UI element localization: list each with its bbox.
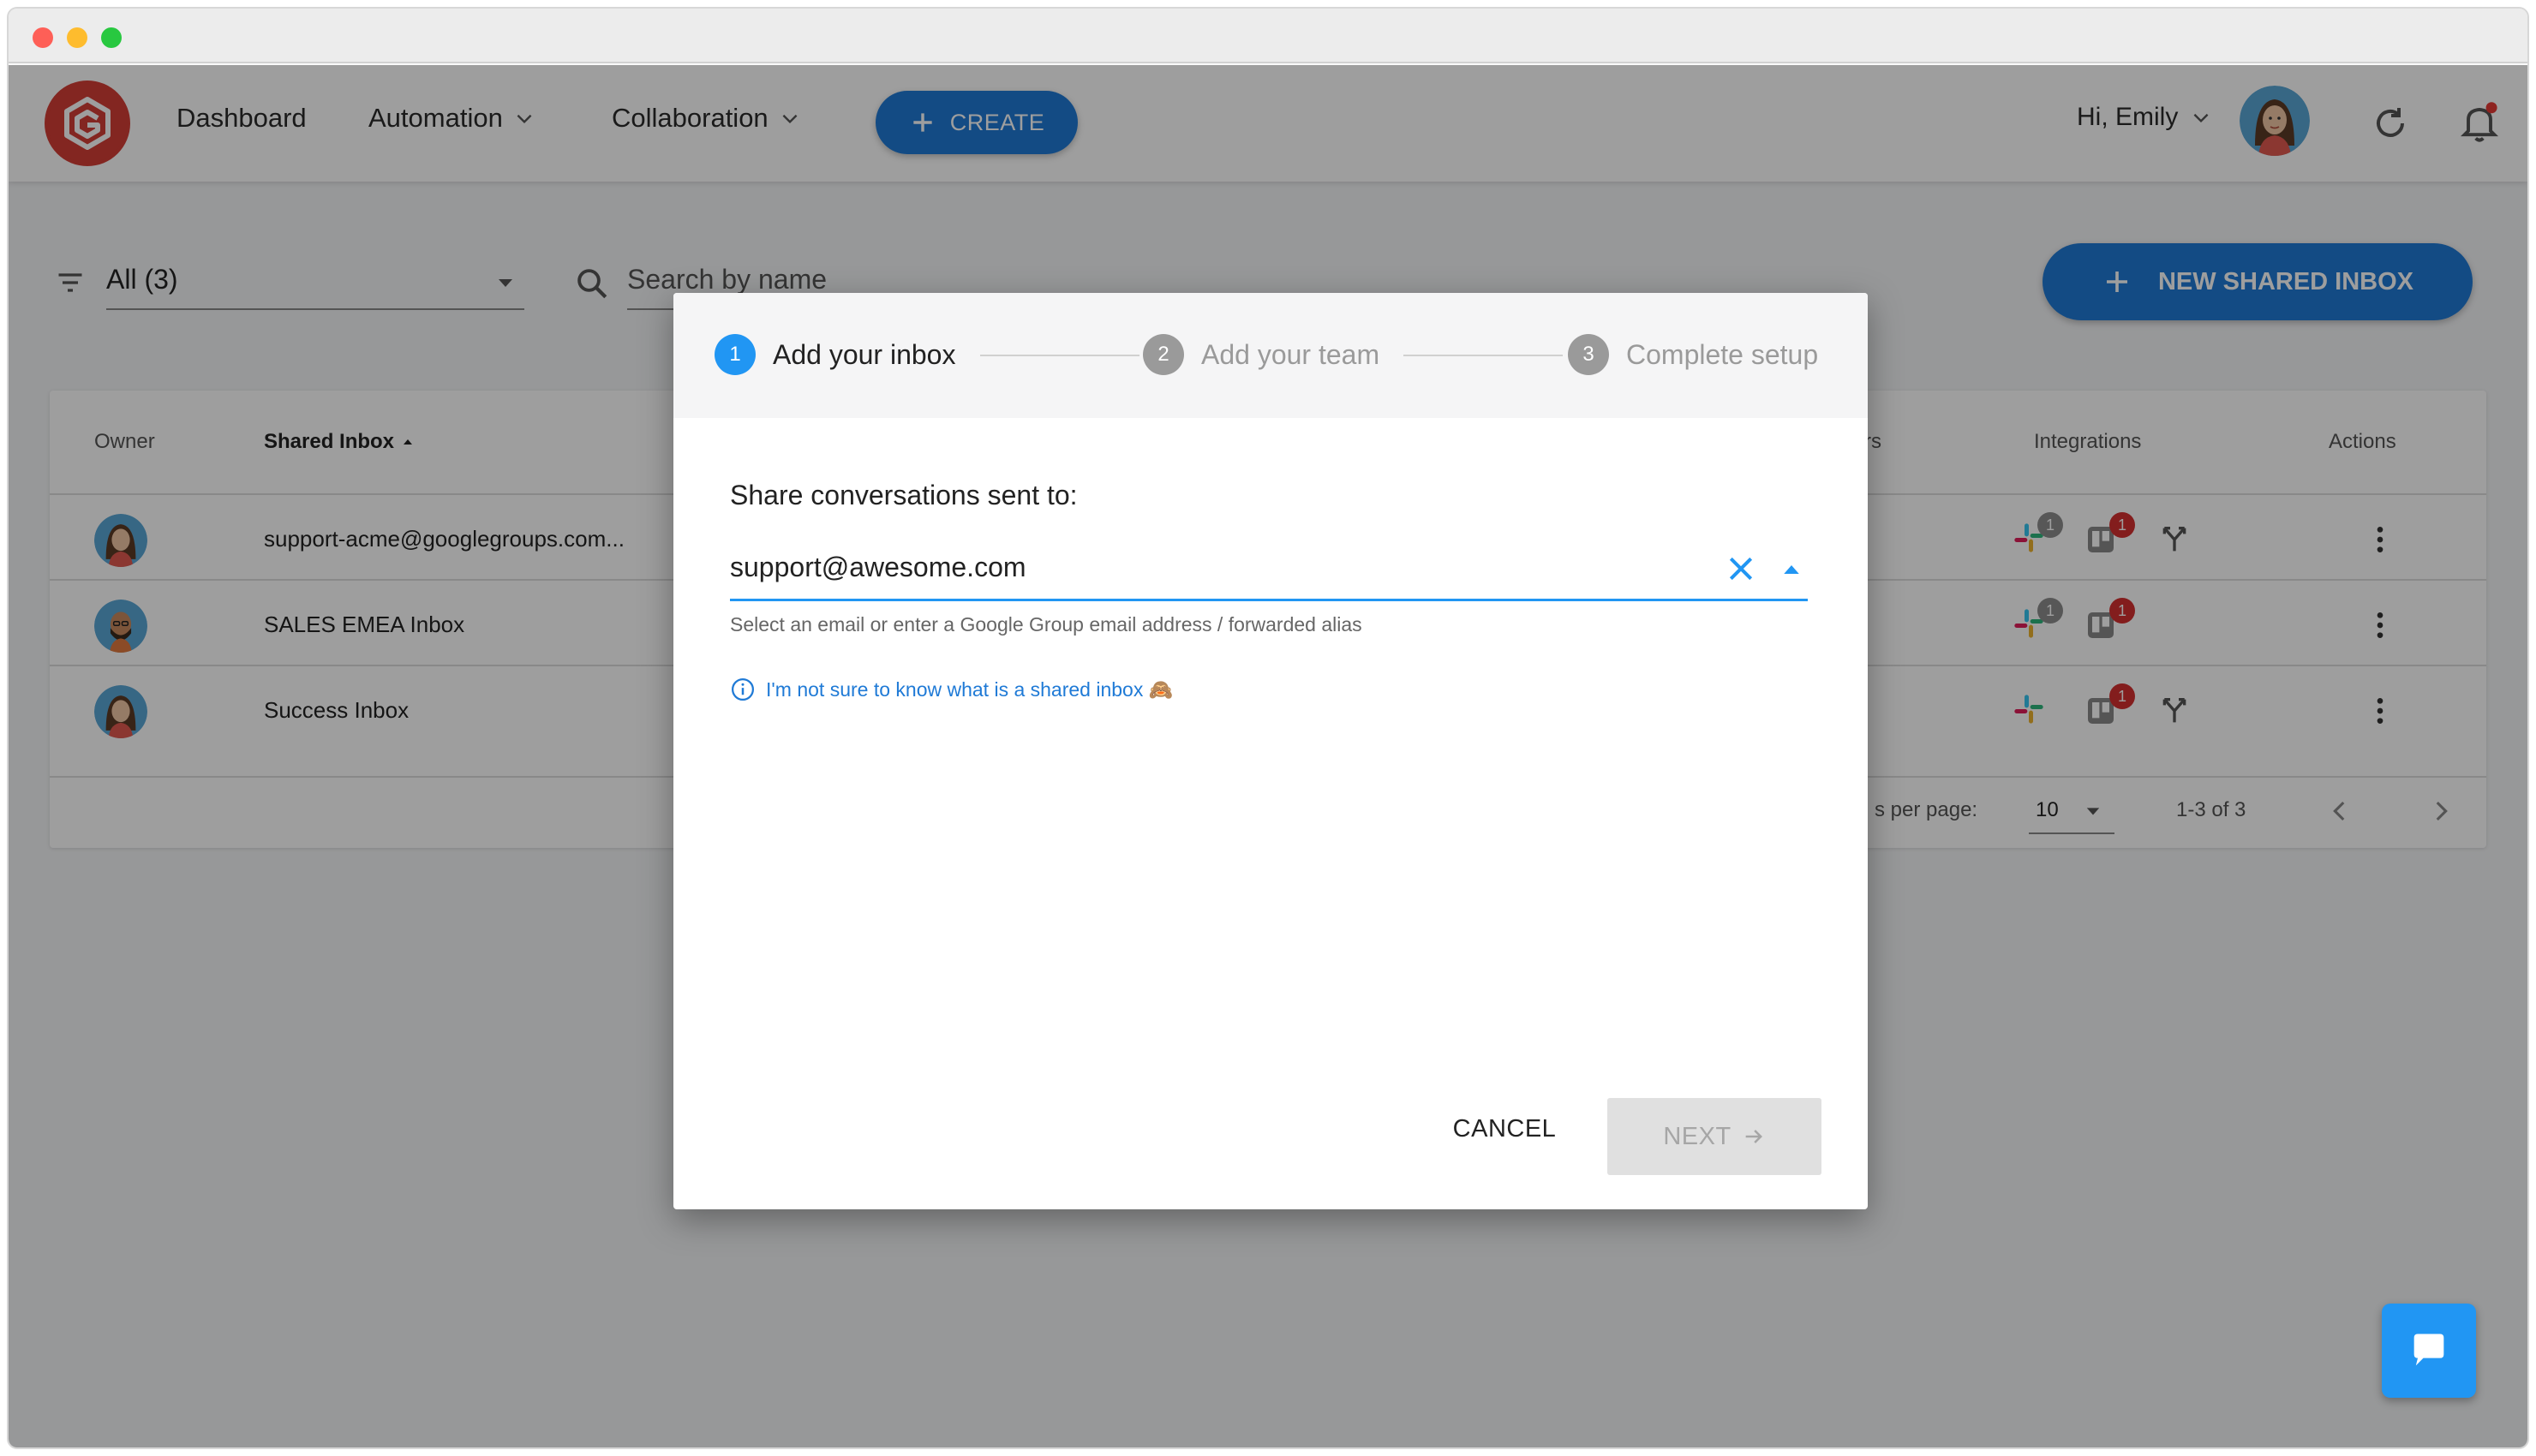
share-label: Share conversations sent to: — [730, 480, 1078, 510]
close-window-button[interactable] — [33, 27, 53, 48]
step-label: Add your team — [1201, 338, 1380, 370]
shared-inbox-help-link[interactable]: I'm not sure to know what is a shared in… — [730, 677, 1173, 702]
caret-up-icon[interactable] — [1779, 557, 1804, 582]
info-icon — [732, 678, 754, 701]
clear-icon[interactable] — [1724, 552, 1758, 586]
next-button[interactable]: NEXT — [1607, 1098, 1821, 1175]
step-number: 1 — [715, 334, 756, 375]
shared-inbox-help-text: I'm not sure to know what is a shared in… — [766, 677, 1174, 701]
chat-support-button[interactable] — [2382, 1304, 2476, 1398]
chat-bubble-icon — [2413, 1334, 2444, 1366]
step-label: Complete setup — [1626, 338, 1819, 370]
step-add-team: 2 Add your team — [1143, 334, 1379, 375]
arrow-right-icon — [1745, 1130, 1762, 1143]
step-connector — [1403, 355, 1563, 356]
app-window: Dashboard Automation Collaboration CREAT… — [9, 9, 2527, 1447]
new-inbox-dialog: 1 Add your inbox 2 Add your team 3 Compl… — [673, 293, 1868, 1209]
step-connector — [980, 355, 1139, 356]
email-helper-text: Select an email or enter a Google Group … — [730, 613, 1362, 636]
next-button-label: NEXT — [1663, 1122, 1732, 1150]
email-autocomplete-field[interactable]: support@awesome.com — [730, 546, 1808, 601]
step-label: Add your inbox — [773, 338, 956, 370]
step-add-inbox: 1 Add your inbox — [715, 334, 955, 375]
email-input-value[interactable]: support@awesome.com — [730, 552, 1026, 583]
setup-stepper: 1 Add your inbox 2 Add your team 3 Compl… — [673, 293, 1868, 418]
step-number: 3 — [1568, 334, 1609, 375]
maximize-window-button[interactable] — [101, 27, 122, 48]
window-titlebar — [9, 9, 2527, 63]
minimize-window-button[interactable] — [67, 27, 87, 48]
step-complete-setup: 3 Complete setup — [1568, 334, 1818, 375]
cancel-button[interactable]: CANCEL — [1427, 1098, 1582, 1160]
step-number: 2 — [1143, 334, 1184, 375]
